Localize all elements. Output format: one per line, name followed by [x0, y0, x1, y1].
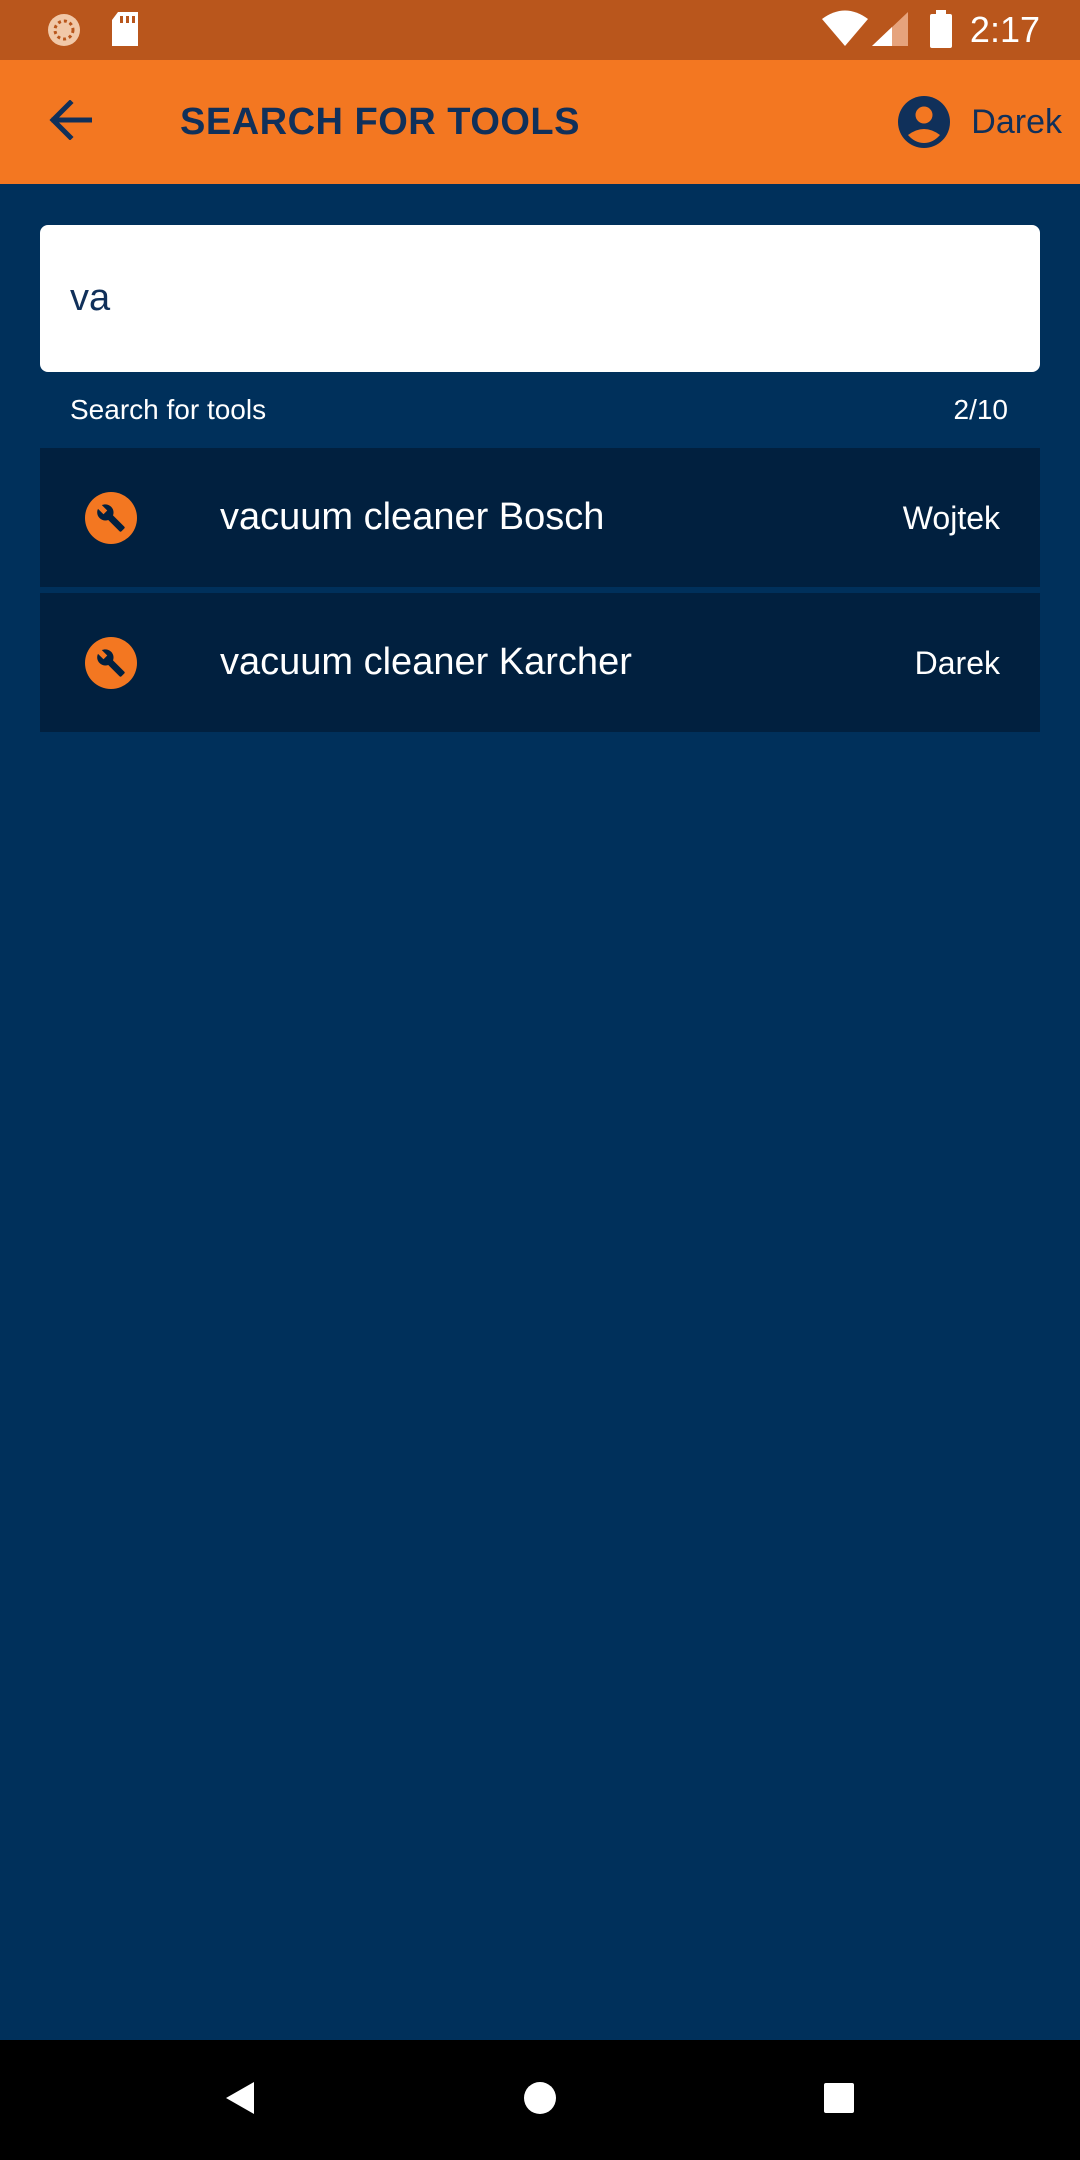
arrow-back-icon	[48, 98, 93, 145]
app-bar: SEARCH FOR TOOLS Darek	[0, 60, 1080, 184]
character-counter: 2/10	[953, 394, 1009, 425]
status-bar: 2:17	[0, 0, 1080, 60]
nav-recents-button[interactable]	[809, 2070, 869, 2130]
recents-square-icon	[823, 2082, 855, 2119]
sd-card-icon	[110, 12, 140, 53]
wrench-icon	[85, 492, 137, 544]
back-button[interactable]	[30, 90, 110, 154]
status-time: 2:17	[969, 9, 1040, 50]
home-circle-icon	[523, 2081, 557, 2120]
page-title: SEARCH FOR TOOLS	[180, 101, 580, 143]
tool-owner: Wojtek	[902, 500, 1000, 536]
tool-name: vacuum cleaner Karcher	[220, 641, 632, 683]
back-triangle-icon	[224, 2081, 256, 2120]
nav-back-button[interactable]	[210, 2070, 270, 2130]
list-item[interactable]: vacuum cleaner Karcher Darek	[40, 593, 1040, 732]
wifi-icon	[822, 10, 868, 51]
list-item[interactable]: vacuum cleaner Bosch Wojtek	[40, 448, 1040, 587]
search-helper-text: Search for tools	[70, 394, 267, 425]
user-menu-button[interactable]: Darek	[897, 94, 1062, 150]
sync-icon	[46, 12, 82, 53]
search-field	[40, 225, 1040, 372]
wrench-icon	[85, 637, 137, 689]
system-nav-bar	[0, 2040, 1080, 2160]
battery-icon	[930, 10, 952, 53]
search-helper-row: Search for tools 2/10	[70, 390, 1008, 430]
user-name: Darek	[971, 102, 1062, 141]
tool-name: vacuum cleaner Bosch	[220, 496, 605, 538]
results-list: vacuum cleaner Bosch Wojtek vacuum clean…	[40, 448, 1040, 738]
nav-home-button[interactable]	[510, 2070, 570, 2130]
account-circle-icon	[897, 95, 951, 149]
cell-signal-icon	[872, 12, 908, 51]
tool-owner: Darek	[914, 645, 1000, 681]
search-input[interactable]	[70, 225, 1010, 372]
